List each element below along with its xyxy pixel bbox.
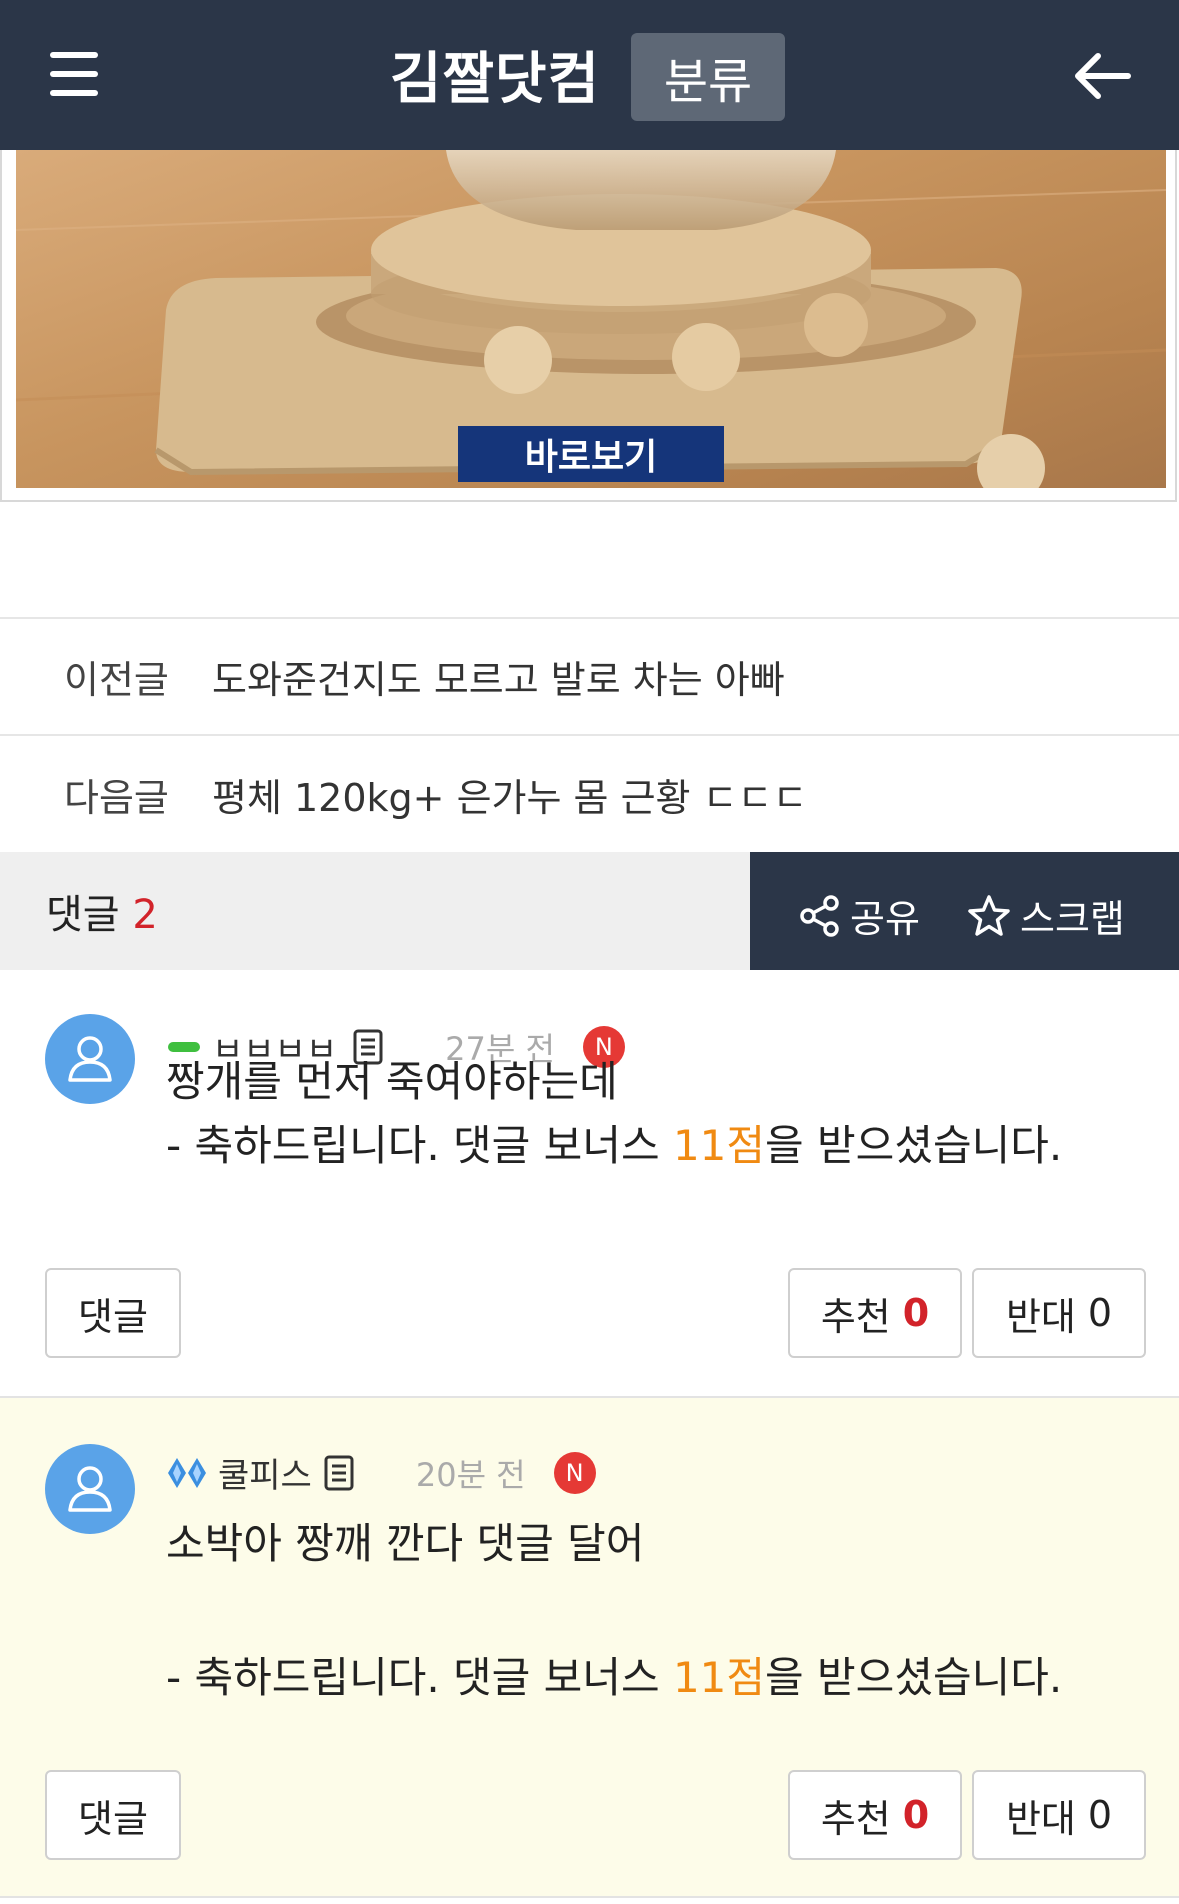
- avatar[interactable]: [45, 1444, 135, 1534]
- comment-text: 소박아 짱깨 깐다 댓글 달어: [166, 1519, 645, 1568]
- prev-post-title[interactable]: 도와준건지도 모르고 발로 차는 아빠: [212, 649, 785, 704]
- site-title[interactable]: 김짤닷컴: [390, 34, 600, 115]
- comment-bonus: - 축하드립니다. 댓글 보너스 11점을 받으셨습니다.: [166, 1653, 1063, 1702]
- comment-item: ㅂㅂㅂㅂ 27분 전 N 짱개를 먼저 죽여야하는데 - 축하드립니다. 댓글 …: [0, 970, 1179, 1398]
- comment-count: 댓글 2: [46, 892, 158, 938]
- comment-meta: 쿨피스 20분 전 N: [166, 1448, 596, 1497]
- downvote-count: 0: [1087, 1291, 1113, 1335]
- memo-icon[interactable]: [322, 1454, 356, 1492]
- prev-post-row[interactable]: 이전글 도와준건지도 모르고 발로 차는 아빠: [0, 617, 1179, 733]
- top-header: 김짤닷컴 분류: [0, 0, 1179, 150]
- comment-item: 쿨피스 20분 전 N 소박아 짱깨 깐다 댓글 달어 - 축하드립니다. 댓글…: [0, 1398, 1179, 1898]
- comment-nickname[interactable]: 쿨피스: [218, 1448, 312, 1497]
- reply-button[interactable]: 댓글: [45, 1268, 181, 1358]
- post-image-frame: 바로보기: [0, 150, 1177, 502]
- next-post-title[interactable]: 평체 120kg+ 은가누 몸 근황 ㄷㄷㄷ: [212, 767, 807, 822]
- view-original-button[interactable]: 바로보기: [458, 426, 724, 482]
- diamond-rank-icon: [168, 1457, 206, 1488]
- share-button[interactable]: 공유: [798, 888, 920, 943]
- bonus-points: 11점: [672, 1653, 766, 1702]
- avatar[interactable]: [45, 1014, 135, 1104]
- next-post-row[interactable]: 다음글 평체 120kg+ 은가누 몸 근황 ㄷㄷㄷ: [0, 734, 1179, 852]
- downvote-count: 0: [1087, 1793, 1113, 1837]
- comment-time: 20분 전: [415, 1455, 526, 1494]
- comment-count-bar: 댓글 2: [0, 852, 750, 970]
- user-icon: [68, 1036, 112, 1082]
- hamburger-menu-icon[interactable]: [46, 46, 106, 106]
- downvote-button[interactable]: 반대 0: [972, 1268, 1146, 1358]
- scrap-label: 스크랩: [1020, 897, 1125, 941]
- star-icon: [968, 894, 1010, 936]
- share-icon: [800, 894, 839, 937]
- share-label: 공유: [850, 897, 920, 941]
- comment-bonus: - 축하드립니다. 댓글 보너스 11점을 받으셨습니다.: [166, 1121, 1063, 1170]
- upvote-count: 0: [902, 1291, 930, 1335]
- category-button[interactable]: 분류: [631, 33, 785, 121]
- upvote-button[interactable]: 추천 0: [788, 1770, 962, 1860]
- comment-body: 짱개를 먼저 죽여야하는데 - 축하드립니다. 댓글 보너스 11점을 받으셨습…: [166, 1050, 1062, 1178]
- user-icon: [68, 1466, 112, 1512]
- share-scrap-bar: 공유 스크랩: [750, 852, 1179, 970]
- new-badge: N: [553, 1451, 596, 1494]
- comment-count-number: 2: [132, 892, 158, 938]
- downvote-button[interactable]: 반대 0: [972, 1770, 1146, 1860]
- next-post-label: 다음글: [64, 775, 169, 820]
- prev-post-label: 이전글: [64, 657, 169, 702]
- bonus-points: 11점: [672, 1121, 766, 1170]
- scrap-button[interactable]: 스크랩: [966, 888, 1125, 943]
- comment-body: 소박아 짱깨 깐다 댓글 달어 - 축하드립니다. 댓글 보너스 11점을 받으…: [166, 1512, 1062, 1710]
- back-arrow-icon[interactable]: [1070, 46, 1134, 106]
- upvote-button[interactable]: 추천 0: [788, 1268, 962, 1358]
- reply-button[interactable]: 댓글: [45, 1770, 181, 1860]
- comment-text: 짱개를 먼저 죽여야하는데: [166, 1057, 618, 1106]
- upvote-count: 0: [902, 1793, 930, 1837]
